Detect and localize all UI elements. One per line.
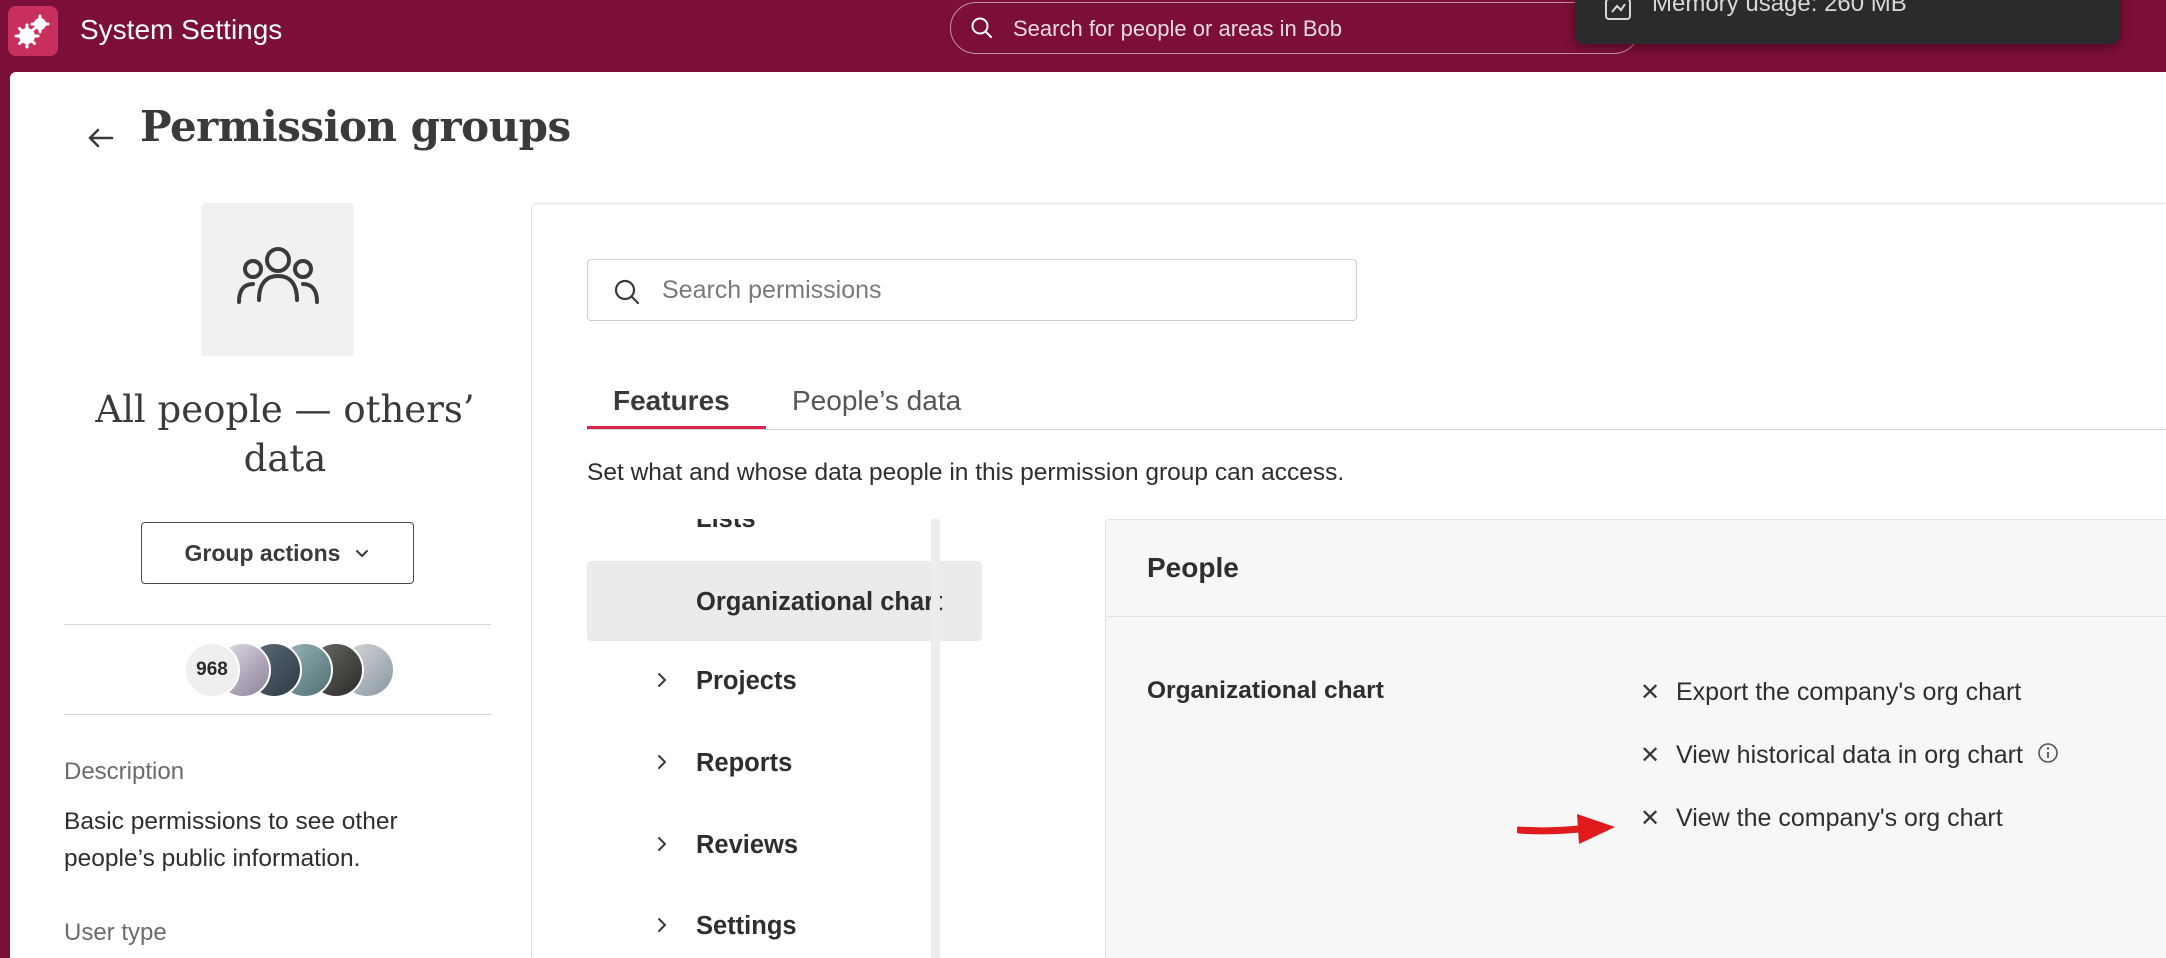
chevron-down-icon: [354, 540, 370, 567]
group-avatar: [201, 203, 354, 356]
user-type-label: User type: [64, 919, 167, 946]
feature-item-reviews[interactable]: Reviews: [587, 807, 982, 887]
memory-icon: [1603, 0, 1633, 29]
permissions-search-input[interactable]: Search permissions: [587, 259, 1357, 321]
global-search-input[interactable]: Search for people or areas in Bob: [950, 2, 1640, 54]
top-bar: System Settings Search for people or are…: [0, 0, 2166, 72]
memory-usage-text: Memory usage: 260 MB: [1652, 0, 1907, 17]
search-icon: [612, 277, 642, 312]
feature-item-label: Reviews: [696, 831, 799, 859]
intro-text: Set what and whose data people in this p…: [587, 459, 1345, 486]
main-panel: Permission groups All people — others’ d…: [10, 72, 2166, 958]
divider: [64, 714, 491, 715]
permission-panel-title: People: [1147, 552, 1239, 583]
feature-list: Lists Organizational chart Projects Repo…: [587, 519, 982, 958]
feature-item-settings[interactable]: Settings: [587, 888, 982, 958]
feature-item-label: Settings: [696, 912, 797, 940]
active-tab-indicator: [587, 426, 766, 429]
annotation-arrow-icon: [1515, 806, 1617, 857]
chevron-right-icon: [655, 671, 669, 694]
description-label: Description: [64, 758, 185, 785]
feature-item-lists[interactable]: Lists: [587, 519, 982, 557]
divider: [64, 624, 491, 625]
feature-item-projects[interactable]: Projects: [587, 643, 982, 723]
permission-section-label: Organizational chart: [1147, 677, 1384, 704]
search-icon: [969, 15, 995, 46]
feature-item-label: Reports: [696, 749, 793, 777]
close-icon: ✕: [1639, 678, 1661, 706]
memory-usage-toast: Memory usage: 260 MB: [1575, 0, 2120, 44]
permission-label: View the company's org chart: [1676, 803, 2003, 832]
permission-label: Export the company's org chart: [1676, 677, 2022, 706]
feature-item-label: Organizational chart: [696, 588, 943, 616]
feature-item-label: Projects: [696, 667, 797, 695]
permission-row-view-historical-data[interactable]: ✕ View historical data in org chart: [1638, 738, 2059, 772]
settings-app-icon[interactable]: [8, 6, 58, 56]
feature-item-organizational-chart[interactable]: Organizational chart: [587, 561, 982, 641]
chevron-right-icon: [655, 916, 669, 939]
permission-row-export-org-chart[interactable]: ✕ Export the company's org chart: [1638, 675, 2021, 709]
permission-tabs: Features People’s data: [587, 374, 2166, 430]
permission-panel: People Organizational chart ✕ Export the…: [1105, 519, 2166, 958]
description-text: Basic permissions to see other people’s …: [64, 808, 398, 872]
people-group-icon: [233, 242, 323, 317]
permissions-card: Search permissions Features People’s dat…: [531, 203, 2166, 958]
group-actions-label: Group actions: [184, 539, 341, 566]
permission-label: View historical data in org chart: [1676, 740, 2023, 769]
group-name: All people — others’ data: [95, 388, 475, 480]
permissions-search-placeholder: Search permissions: [662, 276, 882, 304]
feature-item-label: Lists: [696, 519, 756, 533]
group-actions-button[interactable]: Group actions: [141, 522, 414, 584]
back-arrow-icon[interactable]: [80, 118, 120, 158]
chevron-right-icon: [655, 835, 669, 858]
close-icon: ✕: [1639, 741, 1661, 769]
chevron-right-icon: [655, 753, 669, 776]
tab-peoples-data[interactable]: People’s data: [792, 385, 961, 417]
feature-list-scrollbar[interactable]: [931, 519, 940, 958]
tab-features[interactable]: Features: [613, 385, 730, 417]
permission-row-view-org-chart[interactable]: ✕ View the company's org chart: [1638, 801, 2003, 835]
permission-panel-header: People: [1106, 520, 2166, 617]
info-icon[interactable]: [2037, 742, 2059, 769]
page-title: Permission groups: [140, 102, 571, 151]
global-search-placeholder: Search for people or areas in Bob: [1013, 16, 1342, 41]
close-icon: ✕: [1639, 804, 1661, 832]
member-count-badge: 968: [184, 642, 240, 698]
app-title: System Settings: [80, 14, 283, 45]
feature-item-reports[interactable]: Reports: [587, 725, 982, 805]
